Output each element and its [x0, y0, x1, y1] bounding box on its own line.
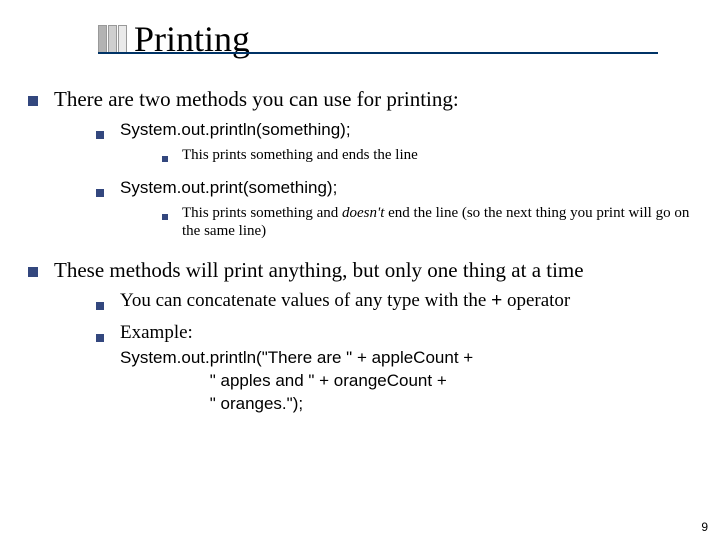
code-line: " apples and " + orangeCount + — [120, 370, 695, 393]
slide: Printing There are two methods you can u… — [0, 0, 720, 540]
page-number: 9 — [701, 520, 708, 534]
title-underline — [98, 52, 658, 54]
bullet-lvl3: This prints something and doesn't end th… — [162, 204, 695, 242]
bullet-text-pre: This prints something and — [182, 205, 342, 221]
title-decor — [98, 25, 128, 53]
plus-operator: + — [491, 290, 502, 311]
code-text: System.out.println(something); — [120, 120, 351, 139]
bullet-square-icon — [162, 214, 168, 220]
bullet-lvl1: There are two methods you can use for pr… — [28, 86, 695, 249]
decor-block-icon — [118, 25, 127, 53]
bullet-square-icon — [96, 189, 104, 197]
bullet-text: There are two methods you can use for pr… — [54, 87, 459, 111]
bullet-lvl3: This prints something and ends the line — [162, 146, 695, 168]
code-example: System.out.println("There are " + appleC… — [120, 347, 695, 416]
bullet-square-icon — [162, 156, 168, 162]
bullet-square-icon — [96, 302, 104, 310]
bullet-text-pre: You can concatenate values of any type w… — [120, 290, 491, 311]
decor-block-icon — [108, 25, 117, 53]
decor-block-icon — [98, 25, 107, 53]
bullet-square-icon — [28, 267, 38, 277]
bullet-lvl2: System.out.println(something); This prin… — [96, 118, 695, 245]
bullet-lvl2: You can concatenate values of any type w… — [96, 289, 695, 415]
code-text: System.out.print(something); — [120, 178, 337, 197]
bullet-square-icon — [28, 96, 38, 106]
bullet-square-icon — [96, 334, 104, 342]
bullet-lvl1: These methods will print anything, but o… — [28, 257, 695, 420]
bullet-text-em: doesn't — [342, 205, 384, 221]
bullet-text-post: operator — [502, 290, 570, 311]
bullet-square-icon — [96, 131, 104, 139]
bullet-text: These methods will print anything, but o… — [54, 258, 584, 282]
example-label: Example: — [120, 322, 193, 343]
bullet-text: This prints something and ends the line — [182, 147, 418, 163]
content-body: There are two methods you can use for pr… — [28, 86, 695, 428]
code-line: " oranges."); — [120, 393, 695, 416]
code-line: System.out.println("There are " + appleC… — [120, 347, 695, 370]
